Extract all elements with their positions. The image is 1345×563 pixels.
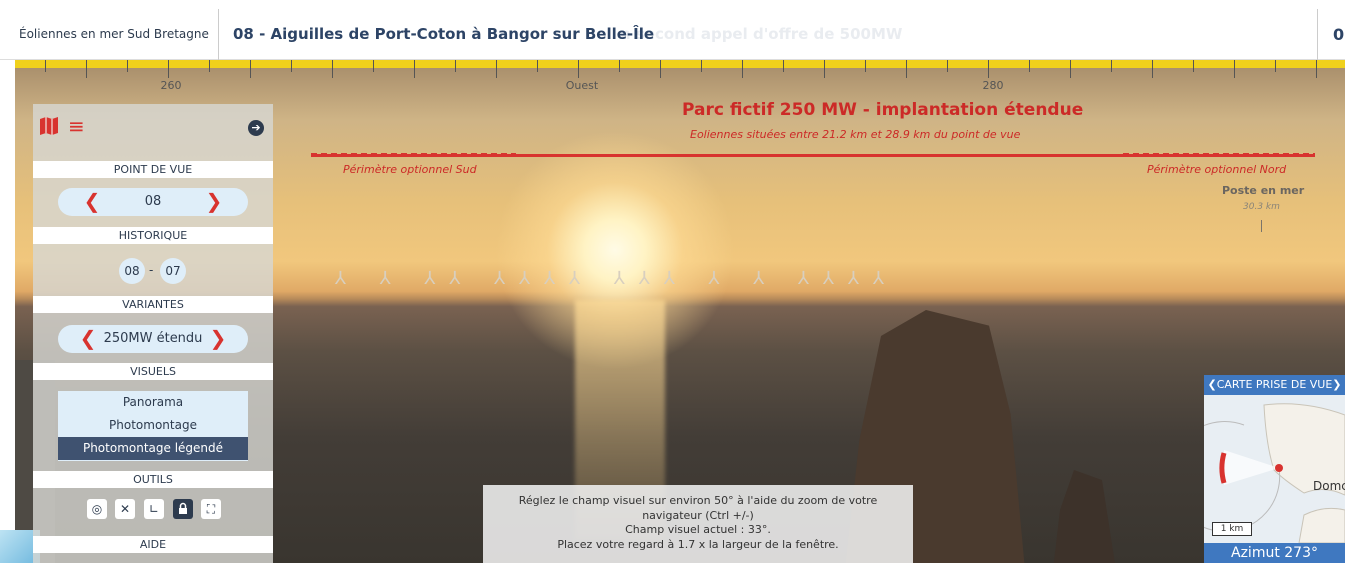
ruler-tick — [168, 60, 169, 78]
arrow-right-circle-icon[interactable]: ➔ — [248, 120, 264, 136]
map-icon[interactable] — [39, 116, 59, 136]
ruler-tick — [86, 60, 87, 78]
title-ghost-text: n second appel d'offre de 500MW — [620, 25, 903, 43]
ruler-label-280: 280 — [982, 79, 1004, 92]
chevron-left-icon[interactable]: ❮ — [76, 325, 100, 353]
ruler-tick — [455, 60, 456, 72]
map-place-label: Domc — [1313, 479, 1345, 493]
minimap-header[interactable]: ❮CARTE PRISE DE VUE❯ — [1204, 375, 1345, 395]
ruler-tick — [127, 60, 128, 72]
ruler-tick — [496, 60, 497, 78]
ruler-tick — [742, 60, 743, 78]
perimeter-nord-label: Périmètre optionnel Nord — [1147, 163, 1287, 176]
ruler-tick — [906, 60, 907, 78]
ruler-tick — [1029, 60, 1030, 72]
ruler-tick — [1234, 60, 1235, 78]
ruler-tick — [701, 60, 702, 72]
ruler-tick — [1316, 60, 1317, 78]
history-item-07[interactable]: 07 — [160, 258, 186, 284]
target-icon[interactable]: ◎ — [87, 499, 107, 519]
rock-needle-small — [1053, 470, 1116, 563]
ruler-tick — [988, 60, 989, 78]
no-wind-icon[interactable]: ✕ — [115, 499, 135, 519]
section-historique: HISTORIQUE — [33, 227, 273, 244]
lock-icon[interactable] — [173, 499, 193, 519]
ruler-tick — [1275, 60, 1276, 72]
perimeter-sud-label: Périmètre optionnel Sud — [343, 163, 477, 176]
ruler-tick — [373, 60, 374, 72]
mini-map[interactable]: ❮CARTE PRISE DE VUE❯ Domc 1 km Azimut 27… — [1204, 375, 1345, 563]
visuel-photomontage-legende[interactable]: Photomontage légendé — [58, 437, 248, 460]
optional-perimeter-north-line — [1123, 153, 1315, 157]
brand-title[interactable]: Éoliennes en mer Sud Bretagne — [0, 9, 219, 60]
ruler-tick — [1070, 60, 1071, 78]
chevron-right-icon[interactable]: ❯ — [202, 188, 226, 216]
ruler-tick — [291, 60, 292, 72]
section-point-de-vue: POINT DE VUE — [33, 161, 273, 178]
poste-marker — [1261, 220, 1262, 232]
top-header: Éoliennes en mer Sud Bretagne n second a… — [0, 0, 1345, 60]
ruler-tick — [824, 60, 825, 78]
visuel-panorama[interactable]: Panorama — [58, 391, 248, 414]
chevron-right-icon[interactable]: ❯ — [206, 325, 230, 353]
chevron-left-icon[interactable]: ❮ — [1207, 378, 1216, 391]
parc-title: Parc fictif 250 MW - implantation étendu… — [682, 100, 1084, 120]
history-separator: - — [149, 263, 154, 277]
ruler-tick — [578, 60, 579, 78]
angle-icon[interactable]: ∟ — [144, 499, 164, 519]
info-line-1: Réglez le champ visuel sur environ 50° à… — [518, 494, 878, 507]
chevron-left-icon[interactable]: ❮ — [80, 188, 104, 216]
control-sidebar: ≡ ➔ POINT DE VUE ❮ 08 ❯ HISTORIQUE 08 - … — [33, 104, 273, 563]
section-aide[interactable]: AIDE — [33, 536, 273, 553]
chevron-right-icon[interactable]: ❯ — [1332, 378, 1341, 391]
point-de-vue-selector: ❮ 08 ❯ — [58, 188, 248, 216]
minimap-title: CARTE PRISE DE VUE — [1216, 378, 1333, 391]
point-de-vue-value: 08 — [144, 194, 162, 209]
ruler-tick — [1152, 60, 1153, 78]
ruler-tick — [537, 60, 538, 72]
sidebar-toolbar: ≡ ➔ — [33, 104, 273, 149]
ruler-tick — [414, 60, 415, 78]
poste-en-mer-label: Poste en mer — [1222, 184, 1305, 197]
ruler-tick — [865, 60, 866, 72]
ruler-tick — [45, 60, 46, 72]
visuels-list: Panorama Photomontage Photomontage légen… — [58, 391, 248, 461]
page-title: 08 - Aiguilles de Port-Coton à Bangor su… — [233, 25, 655, 43]
info-line-2: navigateur (Ctrl +/-) — [642, 508, 754, 522]
parc-subtitle: Eoliennes situées entre 21.2 km et 28.9 … — [690, 128, 1021, 141]
azimut-readout: Azimut 273° — [1204, 543, 1345, 563]
wind-turbines: ⅄ ⅄ ⅄⅄ ⅄⅄⅄⅄ ⅄⅄⅄ ⅄ ⅄ ⅄⅄⅄⅄ — [335, 268, 898, 289]
section-outils: OUTILS — [33, 471, 273, 488]
section-visuels: VISUELS — [33, 363, 273, 380]
ruler-label-260: 260 — [160, 79, 182, 92]
ruler-tick — [1111, 60, 1112, 72]
ruler-tick — [660, 60, 661, 78]
ruler-tick — [783, 60, 784, 72]
ruler-tick — [1193, 60, 1194, 72]
history-item-08[interactable]: 08 — [119, 258, 145, 284]
ruler-label-ouest: Ouest — [565, 79, 599, 92]
optional-perimeter-south-line — [311, 153, 516, 157]
ruler-tick — [619, 60, 620, 72]
fullscreen-icon[interactable]: ⛶ — [201, 499, 221, 519]
variante-value: 250MW étendu — [103, 331, 203, 346]
ruler-tick — [250, 60, 251, 78]
map-scale: 1 km — [1212, 522, 1252, 536]
menu-icon[interactable]: ≡ — [68, 116, 85, 136]
azimuth-ruler — [15, 60, 1345, 68]
section-variantes: VARIANTES — [33, 296, 273, 313]
visuel-photomontage[interactable]: Photomontage — [58, 414, 248, 437]
ruler-tick — [209, 60, 210, 72]
zoom-instructions: Réglez le champ visuel sur environ 50° à… — [483, 485, 913, 563]
ruler-tick — [947, 60, 948, 72]
tools-row: ◎ ✕ ∟ ⛶ — [33, 495, 273, 525]
info-line-3: Champ visuel actuel : 33°. — [625, 523, 771, 536]
poste-distance: 30.3 km — [1243, 202, 1280, 212]
header-right-tab[interactable]: 0 — [1317, 9, 1345, 60]
info-line-4: Placez votre regard à 1.7 x la largeur d… — [557, 537, 839, 551]
ruler-tick — [332, 60, 333, 78]
variante-selector: ❮ 250MW étendu ❯ — [58, 325, 248, 353]
